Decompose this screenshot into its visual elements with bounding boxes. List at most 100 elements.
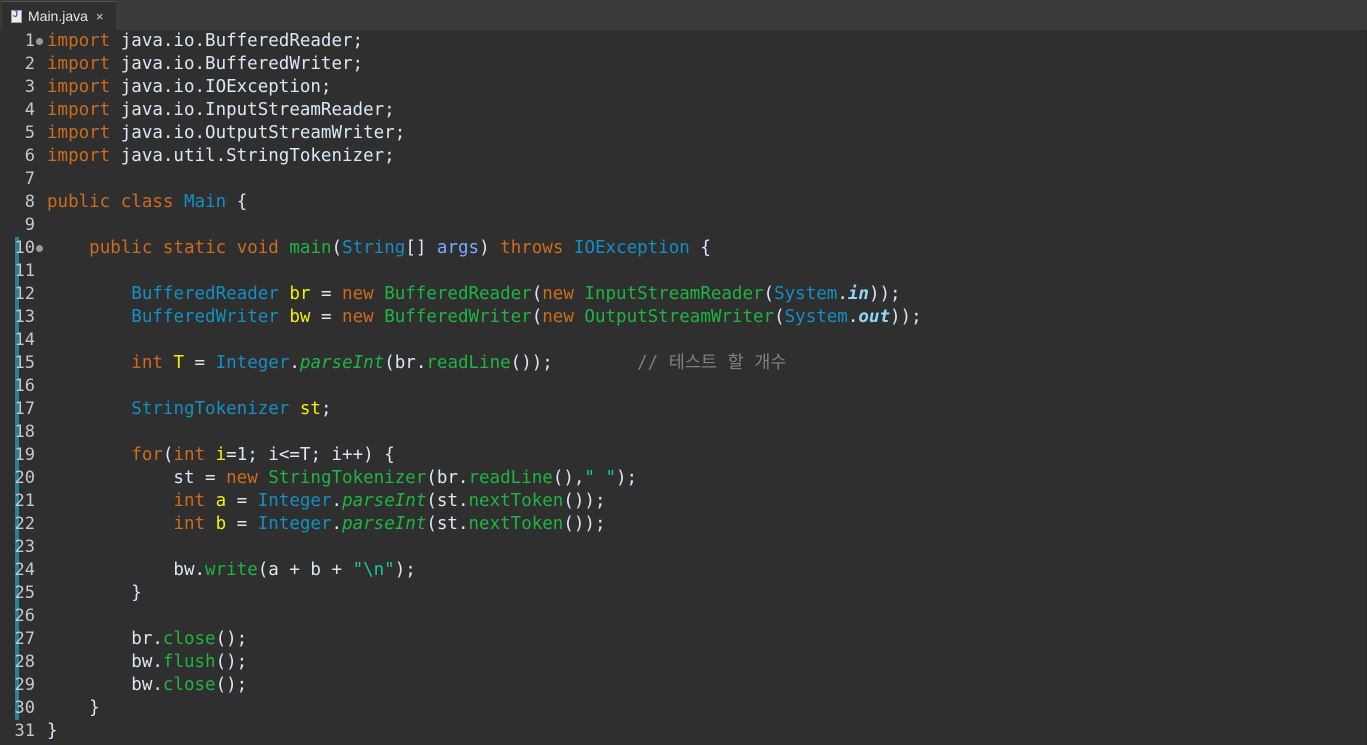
code-line[interactable]: 13 BufferedWriter bw = new BufferedWrite…: [0, 306, 1367, 329]
line-number: 15: [14, 353, 35, 373]
line-number: 20: [14, 468, 35, 488]
code-token: }: [47, 583, 142, 603]
line-number: 7: [24, 169, 35, 189]
code-text: import java.util.StringTokenizer;: [47, 145, 395, 168]
line-number: 3: [24, 77, 35, 97]
code-token: BufferedReader: [131, 284, 279, 304]
code-text: BufferedWriter bw = new BufferedWriter(n…: [47, 306, 921, 329]
code-line[interactable]: 5 import java.io.OutputStreamWriter;: [0, 122, 1367, 145]
line-number: 17: [14, 399, 35, 419]
code-line[interactable]: 21 int a = Integer.parseInt(st.nextToken…: [0, 490, 1367, 513]
code-token: (: [774, 307, 785, 327]
close-icon[interactable]: ×: [96, 9, 104, 24]
code-line[interactable]: 2 import java.io.BufferedWriter;: [0, 53, 1367, 76]
code-token: IOException: [573, 238, 690, 258]
code-token: int: [173, 491, 206, 511]
code-line[interactable]: 10 public static void main(String[] args…: [0, 237, 1367, 260]
line-number: 21: [14, 491, 35, 511]
code-line[interactable]: 1 import java.io.BufferedReader;: [0, 30, 1367, 53]
code-text: for(int i=1; i<=T; i++) {: [47, 444, 394, 467]
code-token: .: [331, 514, 343, 534]
code-line[interactable]: 25 }: [0, 582, 1367, 605]
code-token: OutputStreamWriter: [584, 307, 775, 327]
code-line[interactable]: 12 BufferedReader br = new BufferedReade…: [0, 283, 1367, 306]
code-token: StringTokenizer: [268, 468, 427, 488]
code-line[interactable]: 22 int b = Integer.parseInt(st.nextToken…: [0, 513, 1367, 536]
code-line[interactable]: 19 for(int i=1; i<=T; i++) {: [0, 444, 1367, 467]
code-line[interactable]: 23: [0, 536, 1367, 559]
fold-toggle-icon[interactable]: [36, 245, 43, 252]
code-line[interactable]: 27 br.close();: [0, 628, 1367, 651]
code-token: br: [289, 284, 311, 304]
code-text: bw.close();: [47, 674, 247, 697]
code-line[interactable]: 16: [0, 375, 1367, 398]
code-token: b: [215, 514, 227, 534]
line-number: 28: [14, 652, 35, 672]
code-line[interactable]: 30 }: [0, 697, 1367, 720]
code-line[interactable]: 29 bw.close();: [0, 674, 1367, 697]
code-token: (a + b +: [257, 560, 353, 580]
line-number: 22: [14, 514, 35, 534]
line-number: 27: [14, 629, 35, 649]
code-token: int: [131, 353, 163, 373]
code-line[interactable]: 17 StringTokenizer st;: [0, 398, 1367, 421]
code-token: ();: [215, 652, 248, 672]
code-token: {: [226, 192, 248, 212]
code-line[interactable]: 4 import java.io.InputStreamReader;: [0, 99, 1367, 122]
code-line[interactable]: 28 bw.flush();: [0, 651, 1367, 674]
code-token: ());: [563, 491, 606, 511]
code-token: new: [342, 307, 374, 327]
code-line[interactable]: 8 public class Main {: [0, 191, 1367, 214]
code-line[interactable]: 3 import java.io.IOException;: [0, 76, 1367, 99]
code-line[interactable]: 7: [0, 168, 1367, 191]
line-number: 4: [24, 100, 35, 120]
line-number: 9: [24, 215, 35, 235]
code-token: (br.: [384, 353, 427, 373]
line-number: 14: [14, 330, 35, 350]
code-line[interactable]: 11: [0, 260, 1367, 283]
code-token: new: [542, 284, 574, 304]
fold-toggle-icon[interactable]: [36, 38, 43, 45]
code-line[interactable]: 26: [0, 605, 1367, 628]
code-line[interactable]: 15 int T = Integer.parseInt(br.readLine(…: [0, 352, 1367, 375]
code-token: import: [47, 100, 111, 120]
code-text: int T = Integer.parseInt(br.readLine());…: [47, 352, 786, 375]
code-line[interactable]: 14: [0, 329, 1367, 352]
code-line[interactable]: 18: [0, 421, 1367, 444]
code-token: String: [342, 238, 406, 258]
code-line[interactable]: 20 st = new StringTokenizer(br.readLine(…: [0, 467, 1367, 490]
line-number: 1: [24, 31, 35, 51]
code-editor[interactable]: 1 import java.io.BufferedReader; 2 import j…: [0, 30, 1367, 745]
code-token: System: [774, 284, 838, 304]
code-line[interactable]: 6 import java.util.StringTokenizer;: [0, 145, 1367, 168]
code-token: =: [310, 284, 343, 304]
line-number: 19: [14, 445, 35, 465]
tab-title: Main.java: [28, 8, 88, 24]
code-token: ): [479, 238, 501, 258]
code-line[interactable]: 9: [0, 214, 1367, 237]
line-number: 25: [14, 583, 35, 603]
line-number: 5: [24, 123, 35, 143]
code-token: for: [131, 445, 163, 465]
code-token: bw.: [47, 675, 163, 695]
code-token: bw.: [47, 560, 206, 580]
code-line[interactable]: 24 bw.write(a + b + "\n");: [0, 559, 1367, 582]
tab-main-java[interactable]: Main.java ×: [2, 1, 116, 30]
code-token: BufferedWriter: [131, 307, 279, 327]
code-line[interactable]: 31}: [0, 720, 1367, 743]
code-text: import java.io.BufferedWriter;: [47, 53, 363, 76]
code-token: }: [47, 698, 100, 718]
code-token: (: [763, 284, 775, 304]
code-token: }: [47, 721, 58, 741]
code-token: =: [310, 307, 343, 327]
line-number: 8: [24, 192, 35, 212]
code-token: (: [531, 307, 543, 327]
